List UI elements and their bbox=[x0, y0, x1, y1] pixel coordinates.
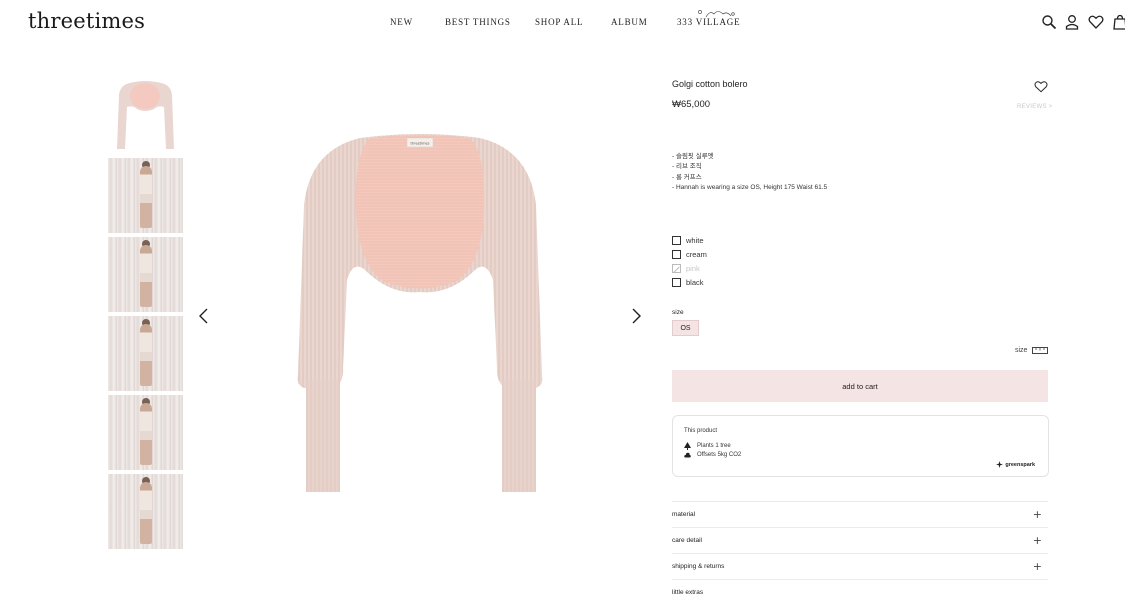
color-option-pink: pink bbox=[672, 261, 707, 275]
product-price: ₩65,000 bbox=[672, 99, 711, 110]
color-label: cream bbox=[686, 249, 707, 259]
color-label: black bbox=[686, 277, 704, 287]
accordion-little-extras[interactable]: little extras bbox=[672, 579, 1048, 603]
main-nav: NEW BEST THINGS SHOP ALL ALBUM 333 VILLA… bbox=[0, 17, 1125, 31]
accordion-label: shipping & returns bbox=[672, 563, 725, 570]
color-label: white bbox=[686, 235, 704, 245]
nav-shop-all[interactable]: SHOP ALL bbox=[535, 17, 583, 27]
product-description: - 슬림핏 실루엣 - 리브 조직 - 롱 커프스 - Hannah is we… bbox=[672, 152, 827, 194]
eco-plants-row: Plants 1 tree bbox=[684, 442, 731, 450]
greenspark-icon bbox=[996, 461, 1004, 468]
eco-plants: Plants 1 tree bbox=[697, 443, 731, 449]
thumbnail-product[interactable] bbox=[108, 79, 183, 154]
accordion-material[interactable]: material + bbox=[672, 501, 1048, 527]
chevron-left-icon[interactable] bbox=[197, 308, 211, 324]
color-checkbox[interactable] bbox=[672, 277, 681, 287]
tree-icon bbox=[684, 442, 691, 450]
thumbnail-model-5[interactable] bbox=[108, 474, 183, 549]
accordion-shipping-returns[interactable]: shipping & returns + bbox=[672, 553, 1048, 579]
description-line: - 롱 커프스 bbox=[672, 173, 702, 181]
product-title: Golgi cotton bolero bbox=[672, 79, 748, 89]
reviews-link[interactable]: REVIEWS > bbox=[1017, 104, 1053, 110]
color-options: white cream pink black bbox=[672, 233, 707, 289]
thumbnail-model-4[interactable] bbox=[108, 395, 183, 470]
greenspark-logo: greenspark bbox=[996, 461, 1035, 468]
wishlist-icon[interactable] bbox=[1088, 14, 1104, 30]
color-checkbox[interactable] bbox=[672, 235, 681, 245]
color-checkbox[interactable] bbox=[672, 249, 681, 259]
description-line: - Hannah is wearing a size OS, Height 17… bbox=[672, 184, 828, 192]
description-line: - 리브 조직 bbox=[672, 163, 702, 171]
plus-icon[interactable]: + bbox=[1033, 561, 1048, 572]
thumbnail-model-3[interactable] bbox=[108, 316, 183, 391]
description-line: - 슬림핏 실루엣 bbox=[672, 153, 714, 160]
thumbnail-list bbox=[108, 79, 183, 553]
nav-333-village[interactable]: 333 VILLAGE bbox=[677, 17, 740, 27]
size-guide-link[interactable]: size bbox=[1015, 347, 1049, 354]
cart-icon[interactable] bbox=[1112, 14, 1125, 30]
add-to-wishlist-icon[interactable] bbox=[1034, 80, 1048, 93]
color-label: pink bbox=[686, 263, 700, 273]
color-checkbox-disabled bbox=[672, 263, 681, 273]
size-option-button[interactable]: OS bbox=[672, 320, 699, 336]
color-option-white[interactable]: white bbox=[672, 233, 707, 247]
ruler-icon bbox=[1032, 347, 1049, 354]
size-guide-label: size bbox=[1015, 347, 1028, 354]
color-option-black[interactable]: black bbox=[672, 275, 707, 289]
add-to-cart-button[interactable]: add to cart bbox=[672, 370, 1048, 402]
chevron-right-icon[interactable] bbox=[629, 308, 643, 324]
nav-best-things[interactable]: BEST THINGS bbox=[445, 17, 511, 27]
search-icon[interactable] bbox=[1041, 14, 1057, 30]
cloud-icon bbox=[684, 452, 691, 458]
plus-icon[interactable]: + bbox=[1033, 509, 1048, 520]
eco-offsets-row: Offsets 5kg CO2 bbox=[684, 452, 741, 458]
main-product-image: threetimes bbox=[297, 134, 543, 492]
nav-album[interactable]: ALBUM bbox=[611, 17, 648, 27]
eco-title: This product bbox=[684, 428, 718, 434]
plus-icon[interactable]: + bbox=[1033, 535, 1048, 546]
size-label: size bbox=[672, 309, 684, 316]
color-option-cream[interactable]: cream bbox=[672, 247, 707, 261]
garment-label: threetimes bbox=[411, 142, 430, 146]
accordion-label: material bbox=[672, 511, 696, 518]
thumbnail-model-1[interactable] bbox=[108, 158, 183, 233]
nav-new[interactable]: NEW bbox=[390, 17, 413, 27]
village-decoration-icon bbox=[698, 10, 735, 18]
thumbnail-model-2[interactable] bbox=[108, 237, 183, 312]
accordion-label: little extras bbox=[672, 589, 704, 596]
eco-impact-box: This product Plants 1 tree Offsets 5kg C… bbox=[672, 415, 1049, 477]
greenspark-logo-text: greenspark bbox=[1005, 461, 1035, 468]
accordion-label: care detail bbox=[672, 537, 702, 544]
accordion-care-detail[interactable]: care detail + bbox=[672, 527, 1048, 553]
account-icon[interactable] bbox=[1064, 14, 1080, 30]
eco-offsets: Offsets 5kg CO2 bbox=[697, 452, 742, 458]
